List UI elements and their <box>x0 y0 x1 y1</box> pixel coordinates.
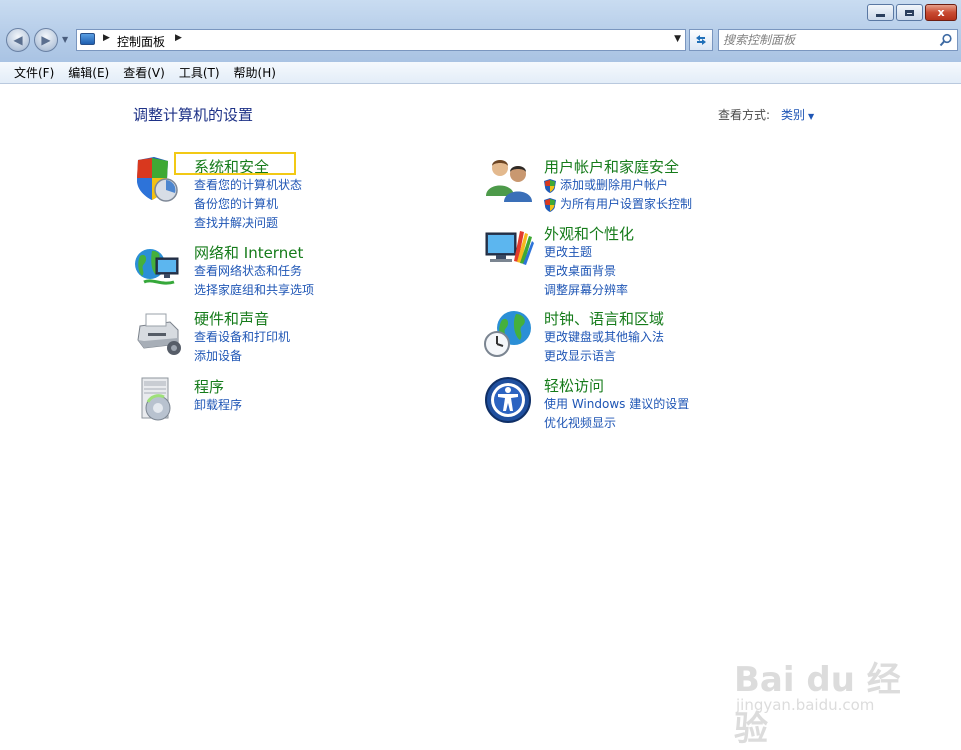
appearance-icon[interactable] <box>484 223 534 273</box>
category-title-clock-language[interactable]: 时钟、语言和区域 <box>544 308 664 329</box>
link-view-network-status[interactable]: 查看网络状态和任务 <box>194 262 314 281</box>
clock-language-icon[interactable] <box>484 308 534 358</box>
minimize-button[interactable] <box>867 4 894 21</box>
link-change-display-language[interactable]: 更改显示语言 <box>544 347 664 366</box>
link-parental-controls-label: 为所有用户设置家长控制 <box>560 197 693 211</box>
link-add-device[interactable]: 添加设备 <box>194 347 290 366</box>
category-title-ease-of-access[interactable]: 轻松访问 <box>544 375 604 396</box>
breadcrumb-arrow-icon[interactable]: ▶ <box>175 33 182 43</box>
link-windows-suggested-settings[interactable]: 使用 Windows 建议的设置 <box>544 395 689 414</box>
menu-edit[interactable]: 编辑(E) <box>61 64 116 81</box>
minimize-icon <box>876 13 885 17</box>
category-links-user-accounts: 添加或删除用户帐户 为所有用户设置家长控制 <box>544 176 692 214</box>
link-adjust-resolution[interactable]: 调整屏幕分辨率 <box>544 281 628 300</box>
link-find-fix-problems[interactable]: 查找并解决问题 <box>194 214 302 233</box>
category-links-clock-language: 更改键盘或其他输入法 更改显示语言 <box>544 328 664 366</box>
watermark-url: jingyan.baidu.com <box>736 696 875 714</box>
back-button[interactable]: ◀ <box>6 28 30 52</box>
view-by-dropdown[interactable]: 类别 ▼ <box>781 106 814 123</box>
category-links-network-internet: 查看网络状态和任务 选择家庭组和共享选项 <box>194 262 314 300</box>
menu-file[interactable]: 文件(F) <box>0 64 61 81</box>
close-button[interactable]: x <box>925 4 957 21</box>
uac-shield-icon <box>544 178 556 193</box>
breadcrumb-control-panel[interactable]: 控制面板 <box>117 33 165 50</box>
window-controls: x <box>865 4 957 21</box>
chevron-down-icon: ▼ <box>808 112 815 121</box>
maximize-button[interactable] <box>896 4 923 21</box>
title-bar: x ◀ ▶ ▼ ▶ 控制面板 ▶ ▼ <box>0 0 961 63</box>
link-view-devices-printers[interactable]: 查看设备和打印机 <box>194 328 290 347</box>
category-links-ease-of-access: 使用 Windows 建议的设置 优化视频显示 <box>544 395 689 433</box>
search-icon[interactable] <box>939 33 953 47</box>
category-title-hardware-sound[interactable]: 硬件和声音 <box>194 308 269 329</box>
menu-help[interactable]: 帮助(H) <box>227 64 283 81</box>
user-accounts-icon[interactable] <box>484 156 534 206</box>
link-add-remove-accounts-label: 添加或删除用户帐户 <box>560 178 669 192</box>
category-links-hardware-sound: 查看设备和打印机 添加设备 <box>194 328 290 366</box>
control-panel-icon <box>80 33 95 45</box>
refresh-button[interactable] <box>689 29 713 51</box>
address-dropdown-icon[interactable]: ▼ <box>674 34 681 44</box>
link-optimize-visual-display[interactable]: 优化视频显示 <box>544 414 689 433</box>
category-links-programs: 卸载程序 <box>194 396 242 415</box>
link-homegroup-sharing[interactable]: 选择家庭组和共享选项 <box>194 281 314 300</box>
category-title-network-internet[interactable]: 网络和 Internet <box>194 242 303 263</box>
recent-pages-icon[interactable]: ▼ <box>62 35 68 44</box>
programs-icon[interactable] <box>134 376 184 426</box>
ease-of-access-icon[interactable] <box>484 375 534 425</box>
breadcrumb-arrow-icon[interactable]: ▶ <box>103 33 110 43</box>
watermark: Bai du 经验 jingyan.baidu.com <box>734 632 914 749</box>
category-links-system-security: 查看您的计算机状态 备份您的计算机 查找并解决问题 <box>194 176 302 233</box>
link-change-theme[interactable]: 更改主题 <box>544 243 628 262</box>
content-area: 调整计算机的设置 查看方式: 类别 ▼ 系统和安全 查看您的计算机状态 备份您的计… <box>0 84 961 749</box>
network-internet-icon[interactable] <box>134 242 184 292</box>
back-icon: ◀ <box>13 33 23 47</box>
menu-tools[interactable]: 工具(T) <box>172 64 227 81</box>
refresh-icon <box>696 35 706 45</box>
highlight-annotation <box>174 152 296 175</box>
link-view-computer-status[interactable]: 查看您的计算机状态 <box>194 176 302 195</box>
category-title-programs[interactable]: 程序 <box>194 376 224 397</box>
close-icon: x <box>937 6 945 19</box>
menu-bar: 文件(F) 编辑(E) 查看(V) 工具(T) 帮助(H) <box>0 62 961 84</box>
link-change-keyboard-input[interactable]: 更改键盘或其他输入法 <box>544 328 664 347</box>
maximize-icon <box>905 9 914 16</box>
view-by-value: 类别 <box>781 108 806 122</box>
menu-view[interactable]: 查看(V) <box>116 64 172 81</box>
page-title: 调整计算机的设置 <box>133 106 254 124</box>
address-bar[interactable]: ▶ 控制面板 ▶ ▼ <box>76 29 686 51</box>
link-change-desktop-background[interactable]: 更改桌面背景 <box>544 262 628 281</box>
category-title-user-accounts[interactable]: 用户帐户和家庭安全 <box>544 156 679 177</box>
hardware-sound-icon[interactable] <box>134 308 184 358</box>
link-add-remove-accounts[interactable]: 添加或删除用户帐户 <box>544 176 692 195</box>
uac-shield-icon <box>544 197 556 212</box>
category-title-appearance[interactable]: 外观和个性化 <box>544 223 634 244</box>
view-by-label: 查看方式: <box>718 108 771 122</box>
search-box[interactable] <box>718 29 958 51</box>
search-input[interactable] <box>723 32 923 48</box>
forward-button[interactable]: ▶ <box>34 28 58 52</box>
forward-icon: ▶ <box>41 33 51 47</box>
link-parental-controls[interactable]: 为所有用户设置家长控制 <box>544 195 692 214</box>
link-backup-computer[interactable]: 备份您的计算机 <box>194 195 302 214</box>
category-links-appearance: 更改主题 更改桌面背景 调整屏幕分辨率 <box>544 243 628 300</box>
link-uninstall-program[interactable]: 卸载程序 <box>194 396 242 415</box>
